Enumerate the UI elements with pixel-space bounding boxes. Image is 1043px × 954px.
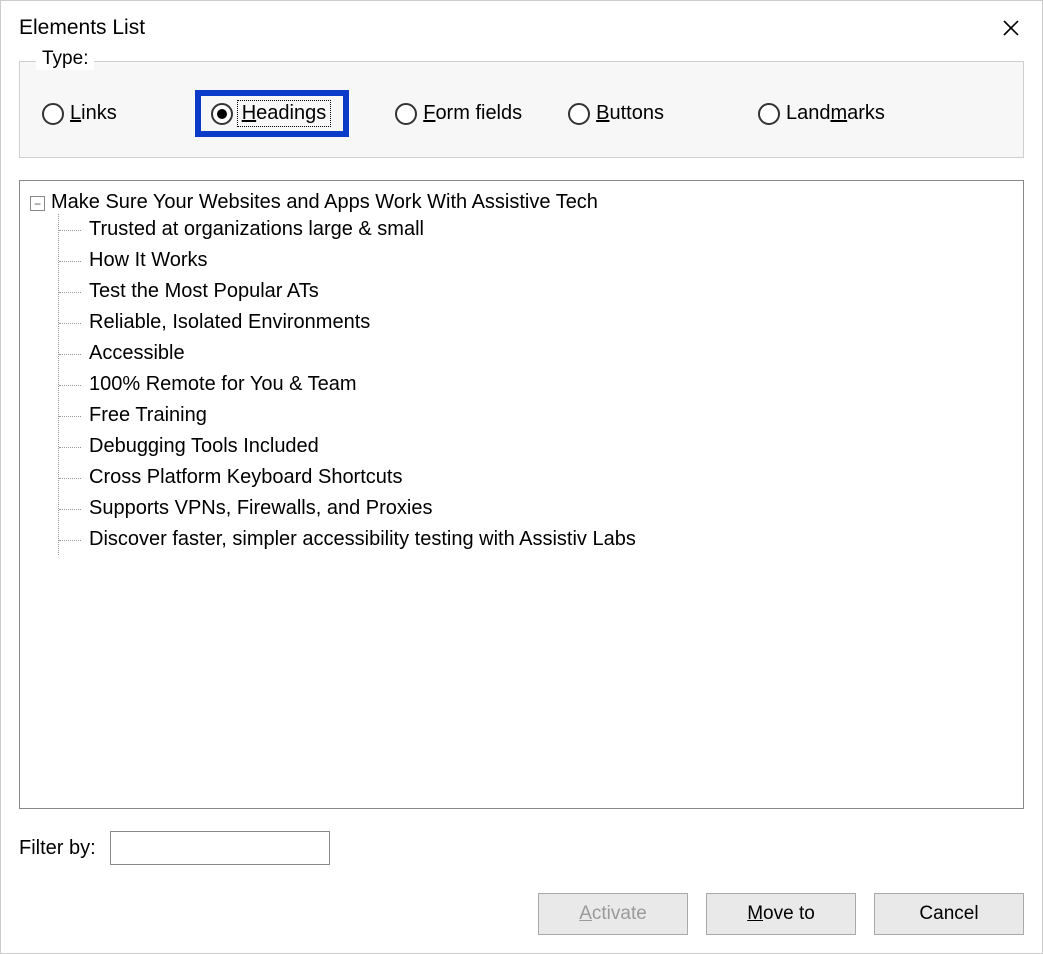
tree-item[interactable]: Trusted at organizations large & small [59,214,1013,245]
radio-icon [758,103,780,125]
dialog-button-row: Activate Move to Cancel [19,893,1024,935]
tree-item[interactable]: Free Training [59,400,1013,431]
activate-button-label: Activate [579,903,647,925]
type-legend: Type: [36,48,94,70]
type-radio-row: Links Headings Form fields [34,90,1009,137]
cancel-button-label: Cancel [919,903,978,925]
headings-highlight: Headings [195,90,350,137]
tree-item[interactable]: Discover faster, simpler accessibility t… [59,524,1013,555]
radio-label-links: Links [70,102,117,125]
tree-item[interactable]: Accessible [59,338,1013,369]
radio-icon [211,103,233,125]
radio-buttons[interactable]: Buttons [560,98,672,129]
tree-expander-icon[interactable]: − [30,196,45,211]
radio-icon [568,103,590,125]
tree-item[interactable]: Reliable, Isolated Environments [59,307,1013,338]
tree-item[interactable]: Cross Platform Keyboard Shortcuts [59,462,1013,493]
radio-label-headings: Headings [239,102,330,125]
radio-label-buttons: Buttons [596,102,664,125]
activate-button[interactable]: Activate [538,893,688,935]
move-to-button[interactable]: Move to [706,893,856,935]
tree-item[interactable]: How It Works [59,245,1013,276]
radio-icon [42,103,64,125]
tree-item[interactable]: Supports VPNs, Firewalls, and Proxies [59,493,1013,524]
filter-label: Filter by: [19,837,96,860]
headings-tree[interactable]: − Make Sure Your Websites and Apps Work … [19,180,1024,809]
filter-input[interactable] [110,831,330,865]
tree-root-row[interactable]: − Make Sure Your Websites and Apps Work … [30,189,1013,214]
radio-headings[interactable]: Headings [203,98,338,129]
radio-form-fields[interactable]: Form fields [387,98,530,129]
radio-label-form-fields: Form fields [423,102,522,125]
tree-children: Trusted at organizations large & smallHo… [58,214,1013,555]
close-icon [1002,19,1020,37]
tree-root-label: Make Sure Your Websites and Apps Work Wi… [51,189,598,214]
elements-list-dialog: Elements List Type: Links Headings [0,0,1043,954]
radio-icon [395,103,417,125]
titlebar: Elements List [1,1,1042,55]
tree-item[interactable]: Debugging Tools Included [59,431,1013,462]
radio-landmarks[interactable]: Landmarks [750,98,893,129]
window-title: Elements List [19,16,145,40]
cancel-button[interactable]: Cancel [874,893,1024,935]
type-groupbox: Type: Links Headings Form fields [19,61,1024,158]
move-to-button-label: Move to [747,903,815,925]
close-button[interactable] [994,11,1028,45]
tree-item[interactable]: Test the Most Popular ATs [59,276,1013,307]
tree-item[interactable]: 100% Remote for You & Team [59,369,1013,400]
radio-label-landmarks: Landmarks [786,102,885,125]
filter-row: Filter by: [19,831,1024,865]
dialog-body: Type: Links Headings Form fields [1,55,1042,953]
radio-links[interactable]: Links [34,98,125,129]
